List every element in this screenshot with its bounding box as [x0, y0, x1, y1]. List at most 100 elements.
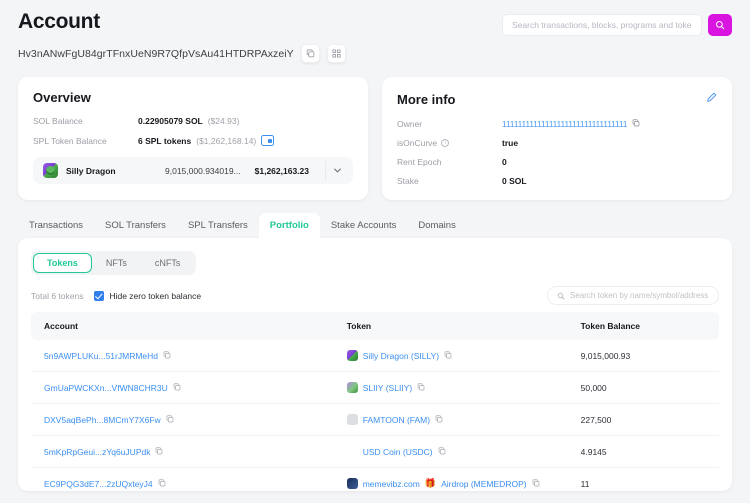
token-icon [347, 446, 358, 457]
cell-token: Silly Dragon (SILLY) [334, 340, 568, 372]
token-search-input[interactable] [570, 291, 709, 300]
account-link[interactable]: GmUaPWCKXn...VfWN8CHR3U [44, 383, 168, 393]
search-input[interactable] [512, 20, 692, 30]
token-strip-amount: 9,015,000.934019... [165, 166, 241, 176]
overview-title: Overview [33, 90, 91, 105]
copy-icon[interactable] [417, 383, 425, 393]
owner-address[interactable]: 11111111111111111111111111111111 [502, 119, 627, 129]
account-address: Hv3nANwFgU84grTFnxUeN9R7QfpVsAu41HTDRPAx… [18, 48, 294, 60]
copy-icon[interactable] [163, 351, 171, 361]
copy-icon[interactable] [301, 44, 320, 63]
cell-token: SLIIY (SLIIY) [334, 372, 568, 404]
copy-icon[interactable] [158, 479, 166, 489]
main-tabs: Transactions SOL Transfers SPL Transfers… [0, 200, 750, 238]
token-strip-usd: $1,262,163.23 [255, 166, 309, 176]
account-link[interactable]: DXV5aqBePh...8MCmY7X6Fw [44, 415, 161, 425]
tab-domains[interactable]: Domains [407, 213, 467, 238]
checkbox-checked-icon[interactable] [94, 291, 104, 301]
stake-row: Stake 0 SOL [397, 176, 717, 186]
search-input-wrapper[interactable] [502, 14, 702, 36]
cell-account: DXV5aqBePh...8MCmY7X6Fw [31, 404, 334, 436]
tokens-table-head: Account Token Token Balance [31, 312, 719, 340]
wallet-icon[interactable] [261, 135, 274, 146]
account-address-row: Hv3nANwFgU84grTFnxUeN9R7QfpVsAu41HTDRPAx… [18, 44, 346, 63]
copy-icon[interactable] [438, 447, 446, 457]
account-link[interactable]: EC9PQG3dE7...2zUQxteyJ4 [44, 479, 153, 489]
copy-icon[interactable] [444, 351, 452, 361]
copy-icon[interactable] [173, 383, 181, 393]
rent-epoch-label: Rent Epoch [397, 157, 502, 167]
sol-balance-value: 0.22905079 SOL ($24.93) [138, 116, 239, 126]
owner-value: 11111111111111111111111111111111 [502, 119, 640, 129]
info-icon[interactable]: i [441, 139, 449, 147]
global-search [502, 8, 732, 36]
account-link[interactable]: 5n9AWPLUKu...51rJMRMeHd [44, 351, 158, 361]
portfolio-panel: Tokens NFTs cNFTs Total 6 tokens Hide ze… [18, 238, 732, 491]
cell-account: GmUaPWCKXn...VfWN8CHR3U [31, 372, 334, 404]
rent-epoch-row: Rent Epoch 0 [397, 157, 717, 167]
sol-balance-usd: ($24.93) [208, 116, 240, 126]
tab-spl-transfers[interactable]: SPL Transfers [177, 213, 259, 238]
rent-epoch-value: 0 [502, 157, 507, 167]
tab-stake-accounts[interactable]: Stake Accounts [320, 213, 407, 238]
cell-account: 5mKpRpGeui...zYq6uJUPdk [31, 436, 334, 468]
tab-transactions[interactable]: Transactions [18, 213, 94, 238]
column-header-account: Account [31, 312, 334, 340]
spl-token-count: 6 SPL tokens [138, 136, 191, 146]
is-on-curve-label: isOnCurve [397, 138, 437, 148]
segment-cnfts[interactable]: cNFTs [141, 253, 195, 273]
token-search-wrapper[interactable] [547, 286, 719, 305]
token-link-suffix[interactable]: Airdrop (MEMEDROP) [441, 479, 526, 489]
cell-token-balance: 9,015,000.93 [568, 340, 719, 372]
cell-token-balance: 50,000 [568, 372, 719, 404]
segment-tokens[interactable]: Tokens [33, 253, 92, 273]
stake-value: 0 SOL [502, 176, 527, 186]
hide-zero-balance-toggle[interactable]: Hide zero token balance [94, 291, 201, 301]
token-link[interactable]: memevibz.com [363, 479, 420, 489]
copy-icon[interactable] [155, 447, 163, 457]
token-link[interactable]: SLIIY (SLIIY) [363, 383, 412, 393]
hide-zero-balance-label: Hide zero token balance [109, 291, 201, 301]
cell-token-balance: 227,500 [568, 404, 719, 436]
chevron-down-icon[interactable] [325, 161, 349, 181]
qr-code-icon[interactable] [327, 44, 346, 63]
copy-icon[interactable] [435, 415, 443, 425]
total-tokens-label: Total 6 tokens [31, 291, 83, 301]
sol-balance-amount: 0.22905079 SOL [138, 116, 203, 126]
header-left: Account Hv3nANwFgU84grTFnxUeN9R7QfpVsAu4… [18, 8, 346, 63]
account-link[interactable]: 5mKpRpGeui...zYq6uJUPdk [44, 447, 150, 457]
silly-dragon-token-strip[interactable]: Silly Dragon 9,015,000.934019... $1,262,… [33, 157, 353, 184]
pencil-edit-icon[interactable] [706, 90, 717, 108]
token-strip-name: Silly Dragon [66, 166, 116, 176]
portfolio-segmented-control: Tokens NFTs cNFTs [31, 251, 196, 275]
tab-portfolio[interactable]: Portfolio [259, 213, 320, 238]
copy-icon[interactable] [632, 119, 640, 129]
spl-token-balance-row: SPL Token Balance 6 SPL tokens ($1,262,1… [33, 135, 353, 146]
cell-token-balance: 4.9145 [568, 436, 719, 468]
token-icon [347, 350, 358, 361]
stake-label: Stake [397, 176, 502, 186]
account-page: Account Hv3nANwFgU84grTFnxUeN9R7QfpVsAu4… [0, 0, 750, 503]
more-info-title: More info [397, 92, 456, 107]
search-button[interactable] [708, 14, 732, 36]
copy-icon[interactable] [532, 479, 540, 489]
page-title: Account [18, 10, 346, 34]
copy-icon[interactable] [166, 415, 174, 425]
column-header-token: Token [334, 312, 568, 340]
token-link[interactable]: FAMTOON (FAM) [363, 415, 430, 425]
table-row: 5mKpRpGeui...zYq6uJUPdk USD Coin (USDC) … [31, 436, 719, 468]
table-row: GmUaPWCKXn...VfWN8CHR3U SLIIY (SLIIY) 50… [31, 372, 719, 404]
cell-token: memevibz.com 🎁 Airdrop (MEMEDROP) [334, 468, 568, 492]
more-info-card-header: More info [397, 90, 717, 108]
token-link[interactable]: Silly Dragon (SILLY) [363, 351, 439, 361]
owner-row: Owner 11111111111111111111111111111111 [397, 119, 717, 129]
token-link[interactable]: USD Coin (USDC) [363, 447, 433, 457]
portfolio-filter-row: Total 6 tokens Hide zero token balance [31, 286, 719, 305]
cell-token: FAMTOON (FAM) [334, 404, 568, 436]
cell-account: 5n9AWPLUKu...51rJMRMeHd [31, 340, 334, 372]
segment-nfts[interactable]: NFTs [92, 253, 141, 273]
tab-sol-transfers[interactable]: SOL Transfers [94, 213, 177, 238]
sol-balance-label: SOL Balance [33, 116, 138, 126]
tokens-table-body: 5n9AWPLUKu...51rJMRMeHd Silly Dragon (SI… [31, 340, 719, 491]
token-icon [347, 478, 358, 489]
